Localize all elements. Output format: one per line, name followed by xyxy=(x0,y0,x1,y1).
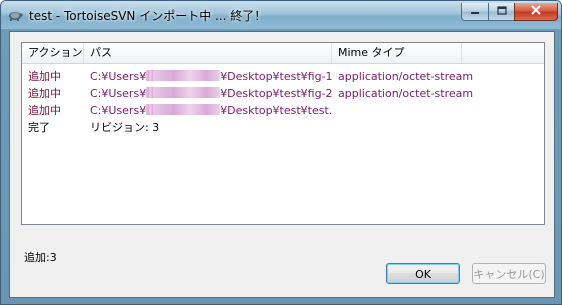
row-mime: application/octet-stream xyxy=(338,70,474,83)
close-button[interactable] xyxy=(514,3,558,21)
list-item[interactable]: 追加中 C:¥Users¥ ¥Desktop¥test¥test.txt xyxy=(22,102,544,119)
row-action: 追加中 xyxy=(28,70,61,83)
redacted-username xyxy=(146,87,155,98)
row-action: 追加中 xyxy=(28,87,61,100)
tortoise-icon xyxy=(7,8,23,22)
dialog-window: test - TortoiseSVN インポート中 ... 終了！ アクション … xyxy=(0,0,562,305)
row-mime: application/octet-stream xyxy=(338,87,474,100)
maximize-icon xyxy=(496,5,507,18)
row-path: リビジョン: 3 xyxy=(90,121,160,134)
path-suffix: ¥Desktop¥test¥test.txt xyxy=(220,104,332,117)
minimize-icon xyxy=(470,5,480,18)
path-prefix: C:¥Users¥ xyxy=(90,70,147,83)
row-action: 追加中 xyxy=(28,104,61,117)
list-header: アクション パス Mime タイプ xyxy=(22,43,544,64)
summary-text: 追加:3 xyxy=(24,251,57,264)
row-path: C:¥Users¥ ¥Desktop¥test¥fig-1.jpg xyxy=(84,68,332,85)
redacted-username xyxy=(154,87,221,98)
results-list[interactable]: アクション パス Mime タイプ 追加中 C:¥Users¥ ¥Desktop¥… xyxy=(21,42,545,225)
redacted-username xyxy=(154,70,221,81)
cancel-button[interactable]: キャンセル(C) xyxy=(472,263,546,284)
row-path: C:¥Users¥ ¥Desktop¥test¥test.txt xyxy=(84,102,332,119)
redacted-username xyxy=(146,70,155,81)
title-bar[interactable]: test - TortoiseSVN インポート中 ... 終了！ xyxy=(1,1,561,29)
column-header-mime[interactable]: Mime タイプ xyxy=(332,43,462,63)
list-item[interactable]: 完了 リビジョン: 3 xyxy=(22,119,544,136)
list-item[interactable]: 追加中 C:¥Users¥ ¥Desktop¥test¥fig-1.jpg app… xyxy=(22,68,544,85)
maximize-button[interactable] xyxy=(488,3,515,21)
path-suffix: ¥Desktop¥test¥fig-1.jpg xyxy=(220,70,332,83)
column-header-action[interactable]: アクション xyxy=(22,43,84,63)
close-icon xyxy=(530,5,542,18)
path-suffix: ¥Desktop¥test¥fig-2.jpg xyxy=(220,87,332,100)
ok-button[interactable]: OK xyxy=(386,263,460,284)
window-title: test - TortoiseSVN インポート中 ... 終了！ xyxy=(29,9,267,23)
dialog-client-area: アクション パス Mime タイプ 追加中 C:¥Users¥ ¥Desktop¥… xyxy=(9,31,555,298)
minimize-button[interactable] xyxy=(461,3,489,21)
row-action: 完了 xyxy=(28,121,50,134)
row-path: C:¥Users¥ ¥Desktop¥test¥fig-2.jpg xyxy=(84,85,332,102)
redacted-username xyxy=(154,104,221,115)
column-header-path[interactable]: パス xyxy=(84,43,332,63)
path-prefix: C:¥Users¥ xyxy=(90,87,147,100)
path-prefix: C:¥Users¥ xyxy=(90,104,147,117)
list-item[interactable]: 追加中 C:¥Users¥ ¥Desktop¥test¥fig-2.jpg app… xyxy=(22,85,544,102)
redacted-username xyxy=(146,104,155,115)
